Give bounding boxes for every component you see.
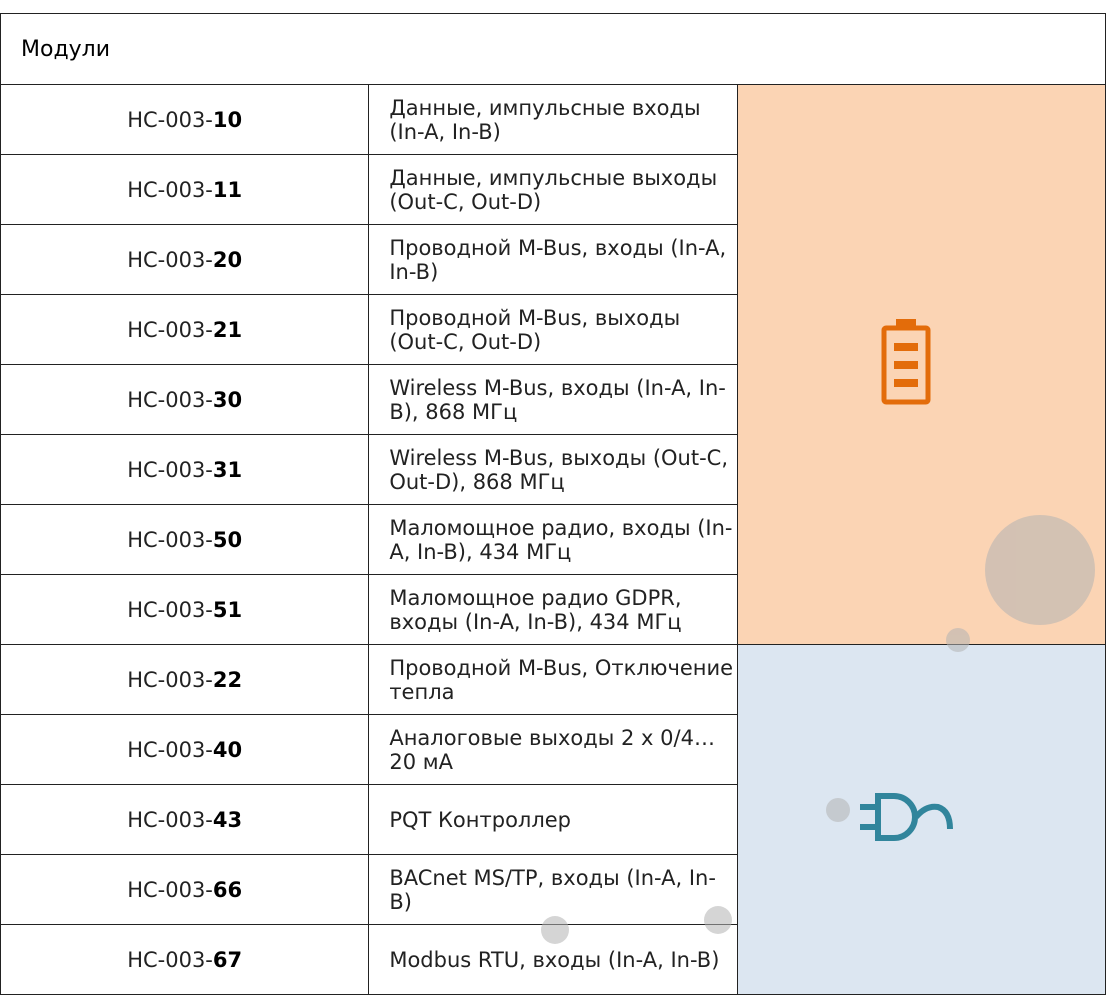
- module-code-prefix: HC-003-: [127, 737, 213, 762]
- module-code-prefix: HC-003-: [127, 317, 213, 342]
- table-row: HC-003-10 Данные, импульсные входы (In-A,…: [0, 84, 1106, 645]
- battery-icon: [881, 319, 931, 410]
- module-code: HC-003-21: [0, 294, 370, 365]
- module-code-suffix: 50: [212, 527, 243, 552]
- module-code-prefix: HC-003-: [127, 667, 213, 692]
- wired-group-cell: [736, 644, 1106, 995]
- module-code: HC-003-43: [0, 784, 370, 855]
- module-code: HC-003-40: [0, 714, 370, 785]
- module-code-suffix: 51: [212, 597, 243, 622]
- module-code-prefix: HC-003-: [127, 597, 213, 622]
- module-description: Маломощное радио, входы (In-A, In-B), 43…: [368, 504, 738, 575]
- module-description: Данные, импульсные входы (In-A, In-B): [368, 84, 738, 155]
- module-code: HC-003-22: [0, 644, 370, 715]
- module-code-suffix: 10: [212, 107, 243, 132]
- module-code-prefix: HC-003-: [127, 877, 213, 902]
- module-code: HC-003-11: [0, 154, 370, 225]
- module-code: HC-003-31: [0, 434, 370, 505]
- module-code-prefix: HC-003-: [127, 177, 213, 202]
- module-code: HC-003-30: [0, 364, 370, 435]
- module-code-suffix: 31: [212, 457, 243, 482]
- table-header: Модули: [0, 13, 1106, 85]
- module-code-suffix: 20: [212, 247, 243, 272]
- module-code: HC-003-10: [0, 84, 370, 155]
- table-row: HC-003-22 Проводной M-Bus, Отключение теп…: [0, 644, 1106, 995]
- module-description: Проводной M-Bus, входы (In-A, In-B): [368, 224, 738, 295]
- module-description: Проводной M-Bus, выходы (Out-C, Out-D): [368, 294, 738, 365]
- table-header-row: Модули: [0, 13, 1106, 85]
- module-description: Маломощное радио GDPR, входы (In-A, In-B…: [368, 574, 738, 645]
- module-code-suffix: 43: [212, 807, 243, 832]
- module-code-suffix: 40: [212, 737, 243, 762]
- module-code-prefix: HC-003-: [127, 107, 213, 132]
- module-code-suffix: 21: [212, 317, 243, 342]
- module-code: HC-003-67: [0, 924, 370, 995]
- module-code-prefix: HC-003-: [127, 457, 213, 482]
- module-code-prefix: HC-003-: [127, 807, 213, 832]
- module-description: Wireless M-Bus, входы (In-A, In-B), 868 …: [368, 364, 738, 435]
- module-code: HC-003-20: [0, 224, 370, 295]
- module-code-prefix: HC-003-: [127, 947, 213, 972]
- module-code-suffix: 30: [212, 387, 243, 412]
- module-description: PQT Контроллер: [368, 784, 738, 855]
- module-code: HC-003-66: [0, 854, 370, 925]
- module-code-prefix: HC-003-: [127, 527, 213, 552]
- power-plug-icon: [858, 793, 954, 846]
- module-description: Wireless M-Bus, выходы (Out-C, Out-D), 8…: [368, 434, 738, 505]
- module-code: HC-003-51: [0, 574, 370, 645]
- module-code-prefix: HC-003-: [127, 387, 213, 412]
- module-description: Данные, импульсные выходы (Out-C, Out-D): [368, 154, 738, 225]
- module-description: Modbus RTU, входы (In-A, In-B): [368, 924, 738, 995]
- module-code-suffix: 11: [212, 177, 243, 202]
- module-code-suffix: 67: [212, 947, 243, 972]
- module-description: BACnet MS/TP, входы (In-A, In-B): [368, 854, 738, 925]
- battery-group-cell: [736, 84, 1106, 645]
- module-code-prefix: HC-003-: [127, 247, 213, 272]
- module-description: Аналоговые выходы 2 x 0/4…20 мА: [368, 714, 738, 785]
- module-code-suffix: 22: [212, 667, 243, 692]
- module-description: Проводной M-Bus, Отключение тепла: [368, 644, 738, 715]
- modules-table: Модули HC-003-10 Данные, импульсные входы…: [0, 13, 1106, 995]
- module-code: HC-003-50: [0, 504, 370, 575]
- module-code-suffix: 66: [212, 877, 243, 902]
